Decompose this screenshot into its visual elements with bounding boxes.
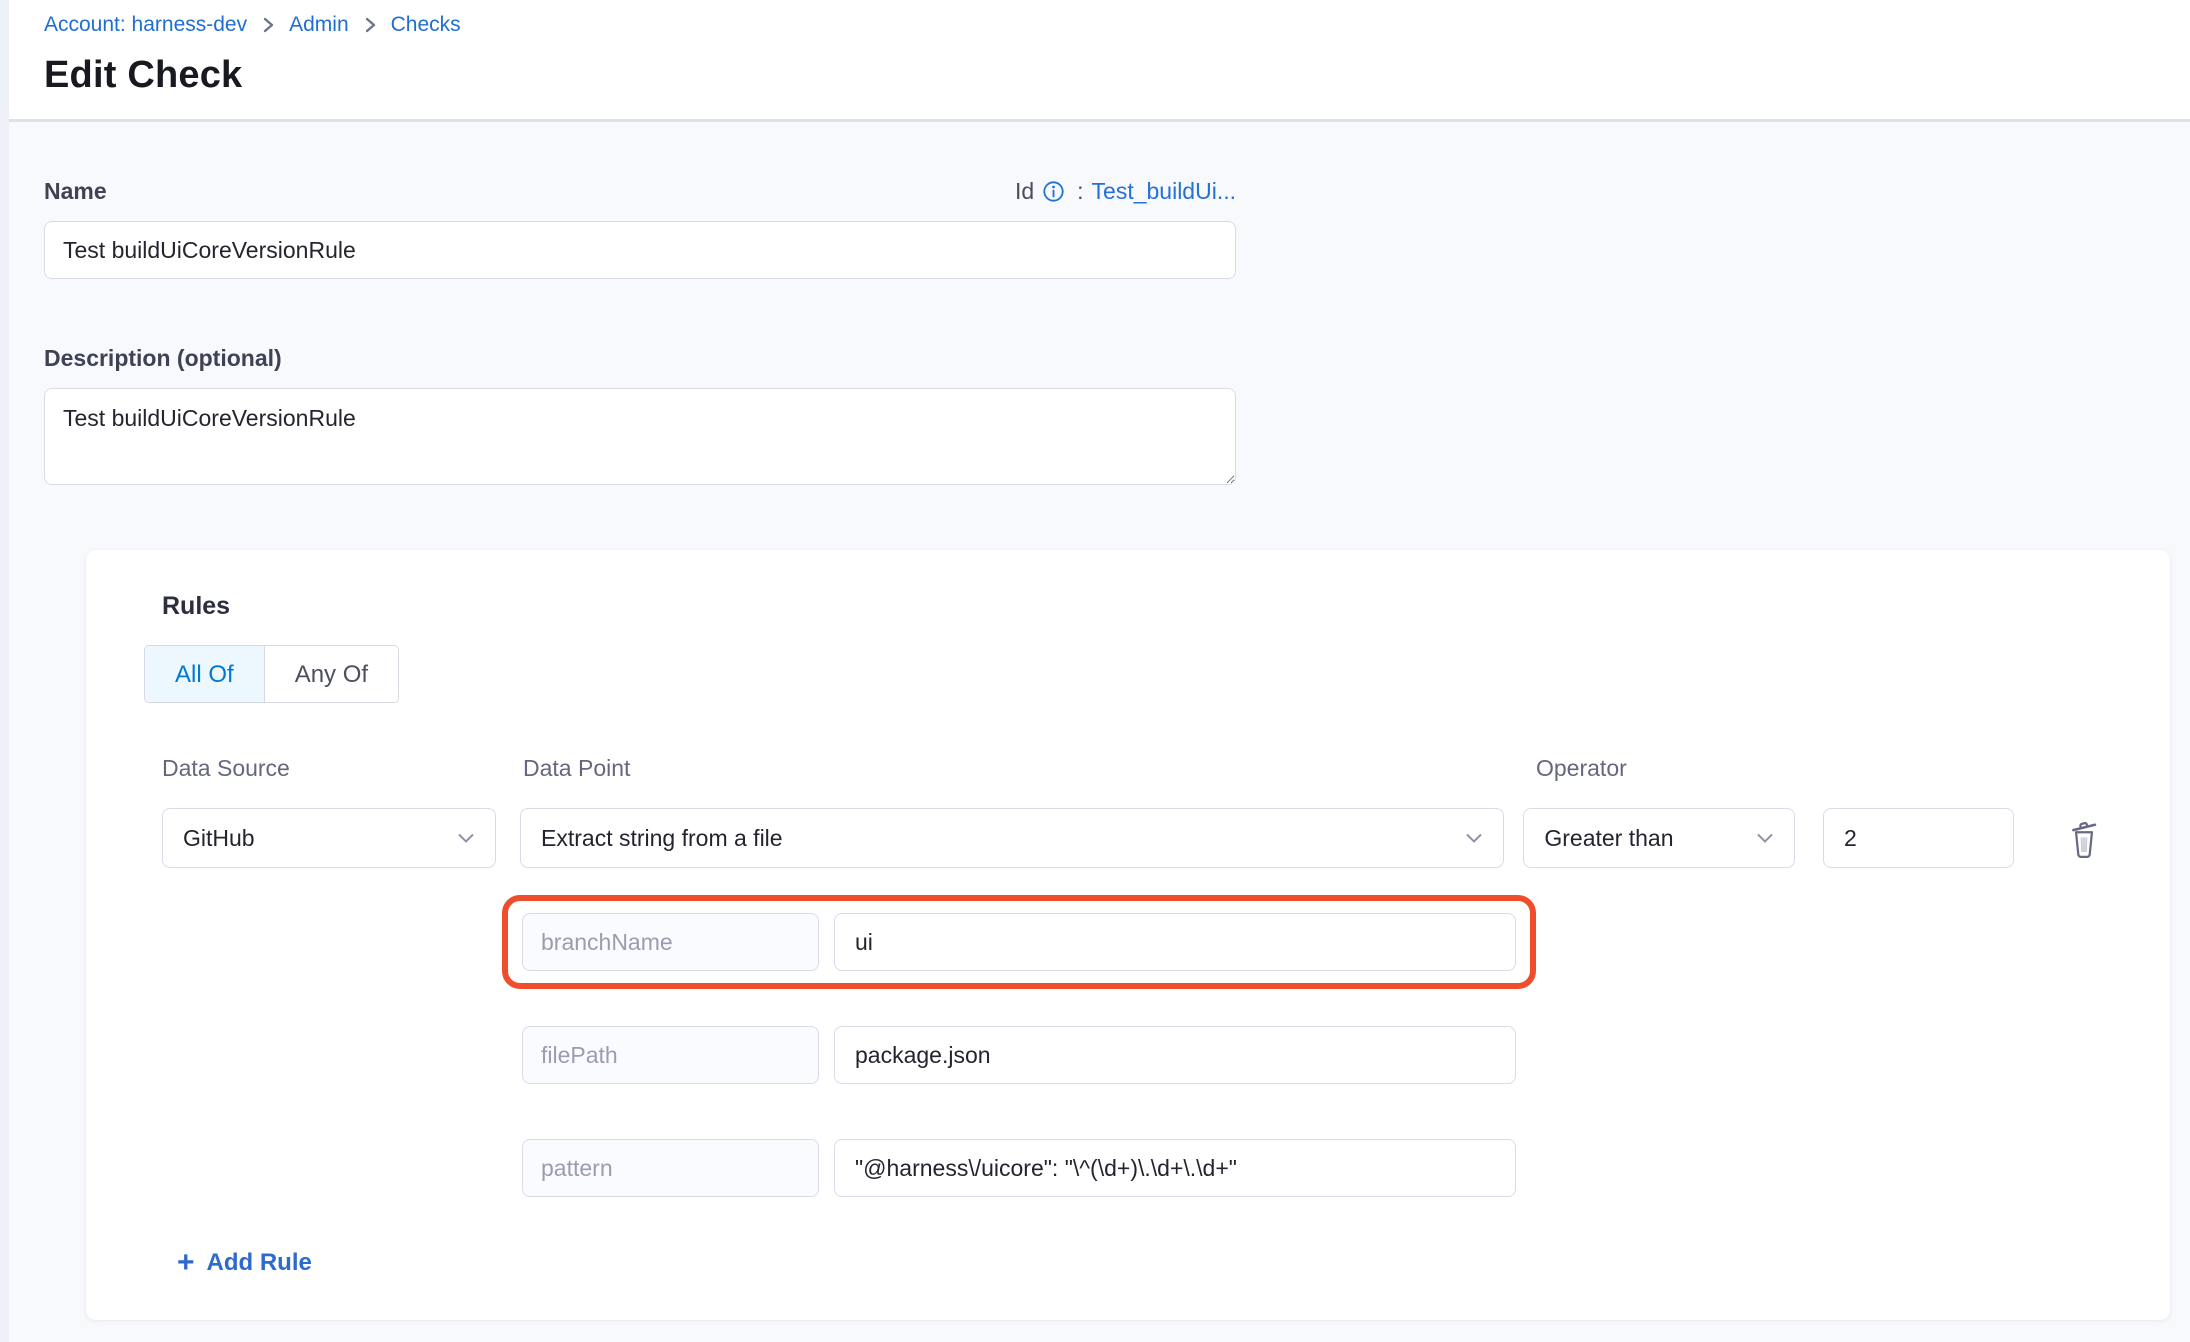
data-source-label: Data Source [162, 755, 523, 782]
chevron-right-icon [363, 15, 377, 35]
data-point-select[interactable]: Extract string from a file [520, 808, 1504, 868]
breadcrumb: Account: harness-dev Admin Checks [44, 13, 2146, 37]
chevron-down-icon [1465, 832, 1483, 844]
id-colon: : [1077, 178, 1083, 205]
id-value-link[interactable]: Test_buildUi... [1092, 178, 1236, 205]
data-point-label: Data Point [523, 755, 1536, 782]
highlight-annotation: branchName [502, 895, 1536, 989]
param-key-branchname: branchName [522, 913, 819, 971]
data-point-value: Extract string from a file [541, 825, 783, 852]
id-label: Id [1015, 178, 1034, 205]
toggle-all-of[interactable]: All Of [145, 646, 265, 702]
chevron-right-icon [261, 15, 275, 35]
rules-card: Rules All Of Any Of Data Source Data Poi… [86, 550, 2170, 1320]
param-row-pattern: pattern [522, 1139, 2106, 1197]
name-field-header: Name Id : Test_buildUi... [44, 178, 1236, 205]
page-header: Account: harness-dev Admin Checks Edit C… [0, 0, 2190, 122]
chevron-down-icon [1756, 832, 1774, 844]
description-label: Description (optional) [44, 345, 282, 372]
main-content: Name Id : Test_buildUi... Description (o… [0, 122, 2190, 1320]
delete-rule-button[interactable] [2062, 813, 2106, 863]
operator-select[interactable]: Greater than [1523, 808, 1795, 868]
rule-row: GitHub Extract string from a file Greate… [162, 808, 2106, 868]
data-source-select[interactable]: GitHub [162, 808, 496, 868]
operator-threshold-input[interactable] [1823, 808, 2014, 868]
rule-parameter-rows: branchName filePath pattern [162, 913, 2106, 1197]
breadcrumb-checks[interactable]: Checks [391, 13, 461, 37]
breadcrumb-admin[interactable]: Admin [289, 13, 349, 37]
param-row-branchname: branchName [522, 913, 1516, 971]
name-label: Name [44, 178, 107, 205]
breadcrumb-account[interactable]: Account: harness-dev [44, 13, 247, 37]
plus-icon: + [177, 1251, 195, 1275]
operator-label: Operator [1536, 755, 1627, 782]
add-rule-label: Add Rule [207, 1249, 312, 1277]
param-row-filepath: filePath [522, 1026, 2106, 1084]
add-rule-button[interactable]: + Add Rule [177, 1249, 312, 1277]
param-value-branchname-input[interactable] [834, 913, 1516, 971]
description-textarea[interactable]: Test buildUiCoreVersionRule [44, 388, 1236, 485]
param-value-pattern-input[interactable] [834, 1139, 1516, 1197]
trash-icon [2066, 817, 2102, 859]
rules-heading: Rules [162, 592, 2106, 621]
rules-condition-toggle: All Of Any Of [144, 645, 399, 703]
info-icon[interactable] [1042, 180, 1065, 203]
param-key-filepath: filePath [522, 1026, 819, 1084]
page-title: Edit Check [44, 54, 2146, 97]
rule-column-labels: Data Source Data Point Operator [162, 755, 2106, 782]
entity-id: Id : Test_buildUi... [1015, 178, 1236, 205]
operator-value: Greater than [1544, 825, 1673, 852]
param-value-filepath-input[interactable] [834, 1026, 1516, 1084]
name-input[interactable] [44, 221, 1236, 279]
chevron-down-icon [457, 832, 475, 844]
param-key-pattern: pattern [522, 1139, 819, 1197]
data-source-value: GitHub [183, 825, 255, 852]
toggle-any-of[interactable]: Any Of [265, 646, 398, 702]
sidebar-edge [0, 0, 9, 1342]
